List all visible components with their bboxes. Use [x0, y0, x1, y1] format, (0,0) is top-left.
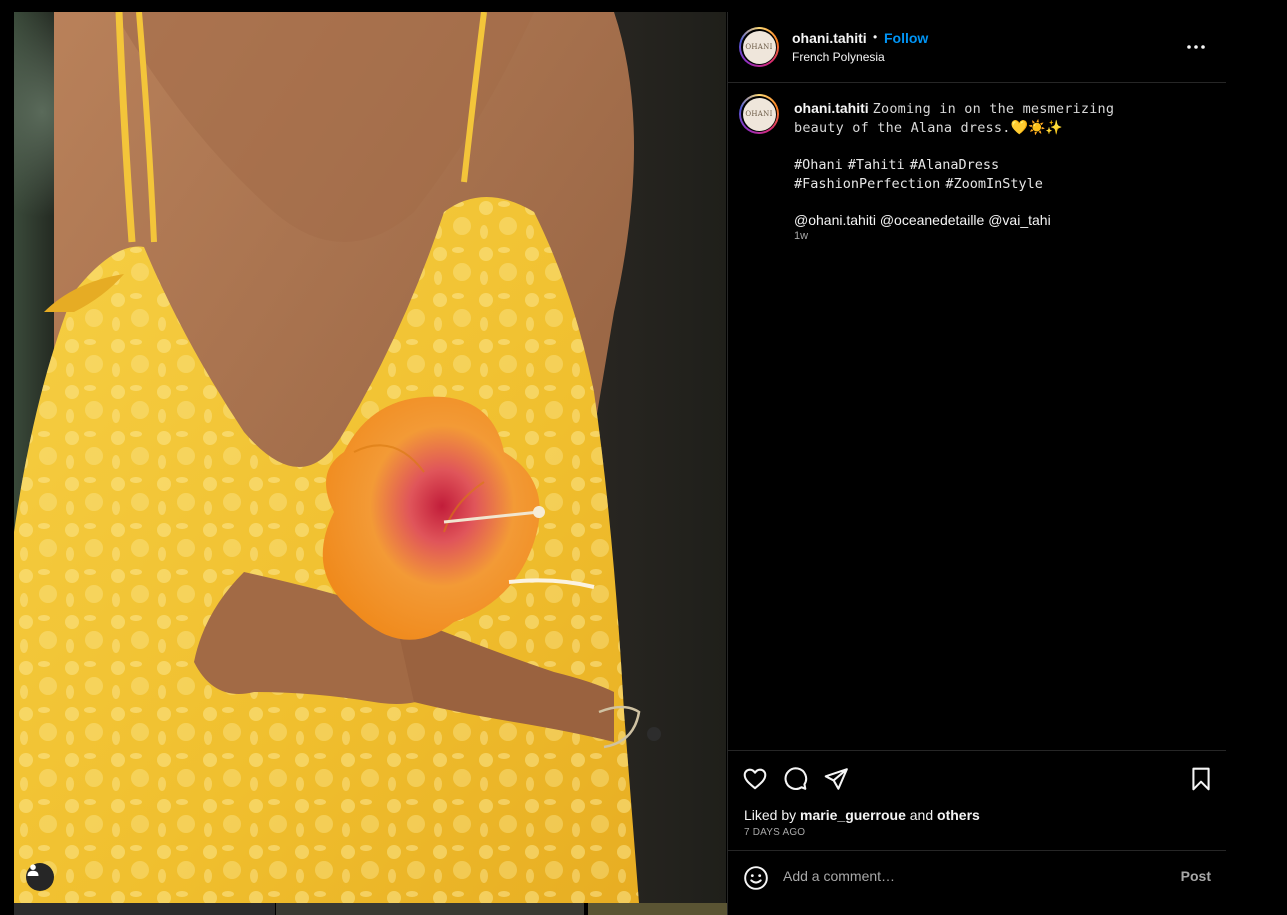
header-username[interactable]: ohani.tahiti [792, 30, 867, 46]
caption-area: OHANI ohani.tahiti Zooming in on the mesm… [728, 83, 1226, 749]
avatar[interactable]: OHANI [739, 94, 779, 134]
caption-timestamp[interactable]: 1w [794, 230, 808, 242]
related-post-thumb[interactable] [276, 903, 584, 915]
hashtag-link[interactable]: #ZoomInStyle [945, 176, 1043, 192]
avatar-image: OHANI [742, 30, 776, 64]
post-header: OHANI ohani.tahiti • Follow French Polyn… [728, 12, 1226, 83]
mention-links[interactable]: @ohani.tahiti @oceanedetaille @vai_tahi [794, 211, 1154, 229]
more-options-icon[interactable] [1184, 39, 1208, 55]
post-comment-button[interactable]: Post [1181, 868, 1211, 884]
liked-by-others-link[interactable]: others [937, 807, 980, 823]
user-tag-button[interactable] [26, 863, 54, 891]
hashtag-link[interactable]: #FashionPerfection [794, 176, 940, 192]
photo-illustration [14, 12, 661, 903]
caption-username[interactable]: ohani.tahiti [794, 100, 869, 116]
caption-emojis: 💛☀️✨ [1010, 119, 1063, 135]
comment-bar: Post [728, 850, 1226, 903]
hashtag-list: #Ohani #Tahiti #AlanaDress #FashionPerfecti… [794, 155, 1154, 193]
user-tag-icon [27, 864, 39, 876]
separator-dot: • [873, 30, 878, 44]
hashtag-link[interactable]: #AlanaDress [910, 157, 999, 173]
liked-by-text: Liked by marie_guerroue and others [744, 807, 980, 823]
liked-by-prefix: Liked by [744, 807, 797, 823]
hashtag-link[interactable]: #Tahiti [848, 157, 905, 173]
liked-by-and: and [909, 807, 934, 823]
share-send-icon[interactable] [823, 766, 849, 792]
action-bar: Liked by marie_guerroue and others 7 DAY… [728, 750, 1226, 851]
comment-icon[interactable] [782, 766, 808, 792]
post-photo[interactable] [14, 12, 726, 903]
avatar-image: OHANI [742, 97, 776, 131]
location-link[interactable]: French Polynesia [792, 50, 885, 64]
follow-button[interactable]: Follow [884, 30, 928, 46]
hashtag-link[interactable]: #Ohani [794, 157, 843, 173]
emoji-icon[interactable] [743, 865, 769, 891]
like-heart-icon[interactable] [742, 766, 768, 792]
comment-input[interactable] [783, 864, 1163, 888]
avatar[interactable]: OHANI [739, 27, 779, 67]
caption-text: ohani.tahiti Zooming in on the mesmerizin… [794, 99, 1154, 229]
related-post-thumb[interactable] [14, 903, 275, 915]
save-bookmark-icon[interactable] [1188, 766, 1214, 792]
liked-by-user-link[interactable]: marie_guerroue [800, 807, 906, 823]
post-date[interactable]: 7 DAYS AGO [744, 827, 805, 838]
post-panel: OHANI ohani.tahiti • Follow French Polyn… [727, 12, 1226, 915]
